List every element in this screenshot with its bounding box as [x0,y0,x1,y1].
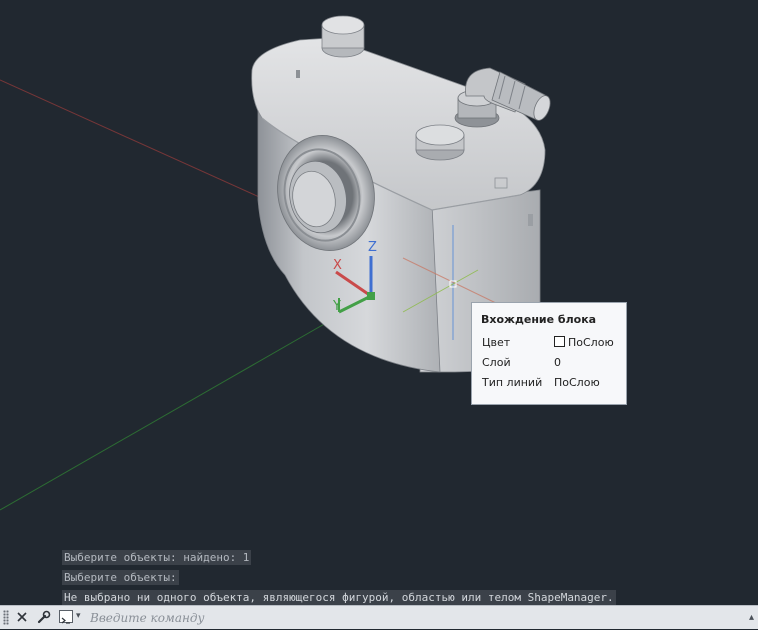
command-history-line: Выберите объекты: [62,570,179,585]
ucs-x-label: X [333,258,342,273]
tooltip-color-value: ПоСлою [554,336,614,349]
command-input[interactable] [90,609,730,626]
world-y-axis-line [0,314,341,511]
block-reference-tooltip: Вхождение блока Цвет ПоСлою Слой 0 Тип л… [471,302,627,405]
3d-scene: X Y Z [0,15,551,511]
close-icon[interactable] [13,608,31,626]
tooltip-linetype-value: ПоСлою [554,376,600,389]
wrench-icon[interactable] [35,608,53,626]
command-history-line: Выберите объекты: найдено: 1 [62,550,252,565]
tooltip-color-label: Цвет [482,336,511,349]
model-viewport[interactable]: X Y Z Вхождение блока Цвет ПоСлою Слой 0… [0,0,758,605]
tooltip-layer-label: Слой [482,356,511,369]
chevron-down-icon[interactable]: ▾ [76,611,81,621]
ucs-y-label: Y [332,299,341,314]
command-prompt-icon[interactable] [59,610,73,624]
drag-grip-handle[interactable] [3,610,9,625]
tooltip-linetype-label: Тип линий [482,376,543,389]
ucs-z-label: Z [368,240,377,255]
command-history-line: Не выбрано ни одного объекта, являющегос… [62,590,616,605]
tooltip-layer-value: 0 [554,356,561,369]
tooltip-title: Вхождение блока [481,313,597,326]
chevron-up-icon[interactable]: ▴ [749,612,754,623]
color-swatch [554,336,565,347]
command-line-bar: ▾ ▴ [0,605,758,629]
